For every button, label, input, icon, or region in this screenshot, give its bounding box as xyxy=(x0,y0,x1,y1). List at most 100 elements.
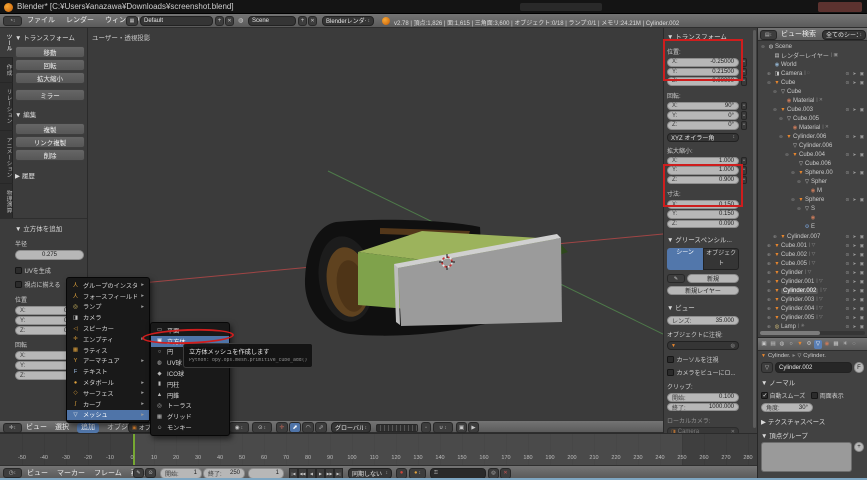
outliner-row[interactable]: ⊕ ▼ Cylinder.007 ⊙ ➤ ▣ xyxy=(758,232,867,241)
tool-shelf-tab[interactable]: ツール xyxy=(0,28,13,58)
vertex-groups-list[interactable] xyxy=(761,442,852,472)
lock-cursor-checkbox[interactable]: カーソルを注視 xyxy=(667,355,747,364)
outliner-hscrollbar[interactable] xyxy=(760,331,865,335)
drawmode-select[interactable]: ◉↕ xyxy=(229,422,249,433)
add-menu-item[interactable]: F テキスト ▸ xyxy=(67,366,149,377)
add-menu-item[interactable]: ◨ カメラ ▸ xyxy=(67,312,149,323)
add-menu-item[interactable]: 人 グループのインスタンス ▸ xyxy=(67,280,149,291)
outliner-row[interactable]: ▤ レンダーレイヤー | ▣ ⊙ ➤ ▣ xyxy=(758,51,867,60)
properties-tab-icon[interactable]: ▤ xyxy=(769,340,777,349)
edit-tool-button[interactable]: 削除 xyxy=(15,149,85,161)
mesh-submenu-item[interactable]: ▭ 平面 xyxy=(151,325,229,336)
outliner-row[interactable]: ⊕ ◨ Camera | ◌ ⊙ ➤ ▣ xyxy=(758,69,867,78)
add-menu-item[interactable]: ✛ エンプティ ▸ xyxy=(67,334,149,345)
outliner-row[interactable]: ◉ Material | ✕ ⊙ ➤ ▣ xyxy=(758,123,867,132)
outliner-row[interactable]: ⊖ ◍ Scene ⊙ ➤ ▣ xyxy=(758,42,867,51)
visibility-toggle-icons[interactable]: ⊙ ➤ ▣ xyxy=(845,252,867,258)
double-sided-checkbox[interactable]: 両面表示 xyxy=(811,391,844,400)
grease-new-button[interactable]: 新規 xyxy=(687,274,739,283)
vertex-group-add-button[interactable]: + xyxy=(854,442,864,452)
scene-add-button[interactable]: + xyxy=(298,16,307,26)
outliner-row[interactable]: ◉ M ⊙ ➤ ▣ xyxy=(758,187,867,196)
edit-tool-button[interactable]: 複製 xyxy=(15,123,85,135)
outliner-row[interactable]: ⊕ ▼ Cube.002 | ▽ ⊙ ➤ ▣ xyxy=(758,250,867,259)
rotation-axis-field[interactable]: Y:0° xyxy=(667,111,739,120)
properties-tab-icon[interactable]: ◉ xyxy=(823,340,831,349)
eyedropper-icon[interactable]: ◎ xyxy=(731,343,735,349)
outliner-row[interactable]: ▽ Cylinder.006 ⊙ ➤ ▣ xyxy=(758,142,867,151)
outliner-row[interactable]: ⊖ ▽ Spher ⊙ ➤ ▣ xyxy=(758,178,867,187)
dimension-axis-field[interactable]: Y:0.150 xyxy=(667,210,739,219)
outliner-row[interactable]: ⊕ ▼ Cylinder.005 | ▽ ⊙ ➤ ▣ xyxy=(758,313,867,322)
visibility-toggle-icons[interactable]: ⊙ ➤ ▣ xyxy=(845,234,867,240)
mesh-submenu-item[interactable]: ◆ ICO球 xyxy=(151,368,229,379)
outliner-view-menu[interactable]: ビュー xyxy=(781,28,802,41)
tool-shelf-tab[interactable]: アニメーション xyxy=(0,131,13,185)
properties-tab-icon[interactable]: ▣ xyxy=(760,340,768,349)
visibility-toggle-icons[interactable]: ⊙ ➤ ▣ xyxy=(845,243,867,249)
outliner-row[interactable]: ⊖ ▼ Cylinder.006 ⊙ ➤ ▣ xyxy=(758,132,867,141)
outliner-row[interactable]: ⊕ ▼ Cube.005 | ▽ ⊙ ➤ ▣ xyxy=(758,259,867,268)
outliner-search-menu[interactable]: 検索 xyxy=(802,28,816,41)
add-menu-item[interactable]: 人 フォースフィールド ▸ xyxy=(67,291,149,302)
normals-panel-header[interactable]: ▼ ノーマル xyxy=(758,374,867,387)
smooth-angle-field[interactable]: 角度:30° xyxy=(761,403,813,412)
visibility-toggle-icons[interactable]: ⊙ ➤ ▣ xyxy=(845,71,867,77)
mesh-submenu-item[interactable]: ▲ 円錐 xyxy=(151,390,229,401)
snap-magnet-button[interactable]: ∪↕ xyxy=(433,422,453,433)
npanel-transform-header[interactable]: ▼ トランスフォーム xyxy=(667,31,747,41)
grease-pencil-header[interactable]: ▼ グリースペンシル... xyxy=(667,234,747,244)
render-opengl-anim-button[interactable]: ▶ xyxy=(468,422,479,433)
viewport-menu-item[interactable]: 追加 xyxy=(77,423,99,433)
add-menu-item[interactable]: ◇ サーフェス ▸ xyxy=(67,388,149,399)
properties-tab-icon[interactable]: ▽ xyxy=(814,340,822,349)
visibility-toggle-icons[interactable]: ⊙ ➤ ▣ xyxy=(845,306,867,312)
timeline-track[interactable]: -50-40-30-20-100102030405060708090100110… xyxy=(0,434,757,465)
visibility-toggle-icons[interactable]: ⊙ ➤ ▣ xyxy=(845,170,867,176)
keying-set-type-button[interactable]: ●↕ xyxy=(409,468,426,479)
tool-shelf-tab[interactable]: リレーション xyxy=(0,83,13,131)
location-axis-field[interactable]: Z:0.00000 xyxy=(667,77,739,86)
outliner-editor-type-button[interactable]: ▤↕ xyxy=(760,30,777,40)
keying-set-field[interactable]: ⚿ xyxy=(430,468,486,479)
mesh-name-field[interactable]: Cylinder.002 xyxy=(775,362,852,373)
layers-widget[interactable] xyxy=(376,424,418,432)
outliner-row[interactable]: ⊖ ▼ Cube.003 ⊙ ➤ ▣ xyxy=(758,105,867,114)
orientation-select[interactable]: グローバル↕ xyxy=(331,422,371,433)
playback-button[interactable]: ▶▶ xyxy=(325,468,334,479)
visibility-toggle-icons[interactable]: ⊙ ➤ ▣ xyxy=(845,80,867,86)
render-opengl-button[interactable]: ▣ xyxy=(456,422,467,433)
texture-space-panel-header[interactable]: ▶ テクスチャスペース xyxy=(758,412,867,426)
grease-color-icon[interactable]: ✎ xyxy=(667,274,685,283)
transform-tool-button[interactable]: 拡大縮小 xyxy=(15,72,85,84)
add-menu-item[interactable]: ◎ ランプ ▸ xyxy=(67,302,149,313)
lock-icon[interactable]: • xyxy=(741,77,747,86)
add-menu-item[interactable]: ▦ ラティス ▸ xyxy=(67,345,149,356)
playback-button[interactable]: ◀◀ xyxy=(298,468,307,479)
clip-end-field[interactable]: 終了:1000.000 xyxy=(667,403,739,412)
outliner-filter-select[interactable]: 全てのシーン↕ xyxy=(822,30,866,40)
mesh-submenu-item[interactable]: ▮ 円柱 xyxy=(151,379,229,390)
mirror-button[interactable]: ミラー xyxy=(15,89,85,101)
properties-tab-icon[interactable]: ✳ xyxy=(841,340,849,349)
current-frame-field[interactable]: 1 xyxy=(248,468,284,479)
grease-scene-button[interactable]: シーン xyxy=(667,248,703,270)
mesh-submenu-item[interactable]: ◎ トーラス xyxy=(151,401,229,412)
grease-object-button[interactable]: オブジェクト xyxy=(703,248,739,270)
properties-tab-icon[interactable]: ◌ xyxy=(850,340,858,349)
sync-select[interactable]: 同期しない↕ xyxy=(348,468,392,479)
add-menu-item[interactable]: ◁ スピーカー ▸ xyxy=(67,323,149,334)
add-menu-item[interactable]: ● メタボール ▸ xyxy=(67,377,149,388)
editor-type-button[interactable]: ◔↕ xyxy=(3,16,22,26)
tool-shelf-tab[interactable]: 作成 xyxy=(0,58,13,83)
outliner-row[interactable]: ⊖ ▼ Cube.004 ⊙ ➤ ▣ xyxy=(758,151,867,160)
properties-tab-icon[interactable]: ◍ xyxy=(778,340,786,349)
lens-field[interactable]: レンズ:35.000 xyxy=(667,316,739,325)
playback-button[interactable]: |◀ xyxy=(289,468,298,479)
transform-tool-button[interactable]: 移動 xyxy=(15,46,85,58)
mesh-submenu-item[interactable]: ▦ グリッド xyxy=(151,411,229,422)
outliner-row[interactable]: ⊕ ▼ Cylinder.001 | ▽ ⊙ ➤ ▣ xyxy=(758,277,867,286)
translate-manipulator-button[interactable]: ⬈ xyxy=(289,422,301,433)
scale-axis-field[interactable]: X:1.000 xyxy=(667,157,739,166)
info-menu-item[interactable]: ファイル xyxy=(27,14,55,27)
